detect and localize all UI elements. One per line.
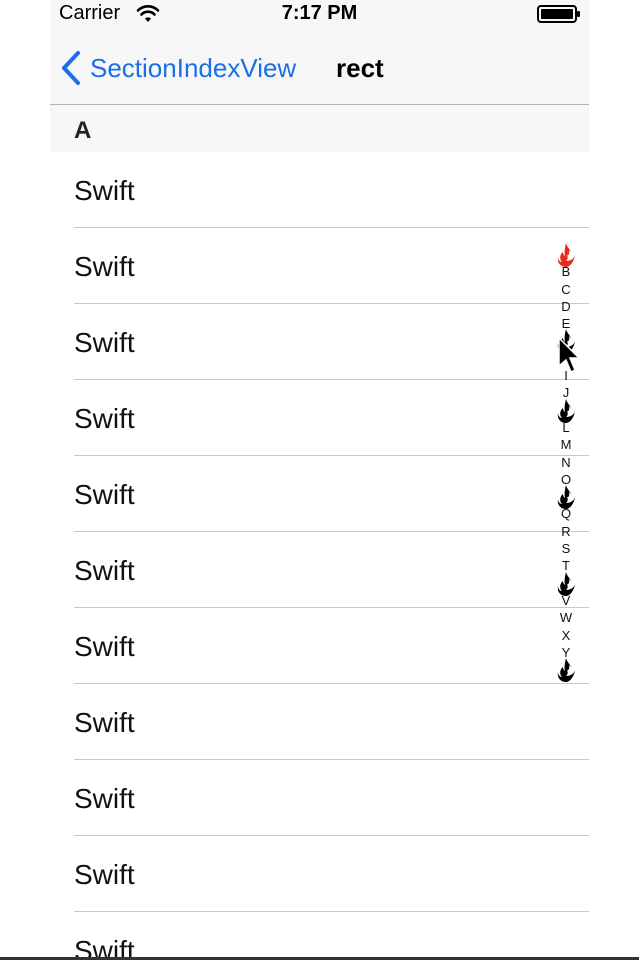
- page-title: rect: [336, 53, 384, 83]
- index-item-flame[interactable]: [553, 243, 579, 267]
- index-item-flame[interactable]: [553, 658, 579, 683]
- status-time: 7:17 PM: [281, 2, 358, 24]
- row-label: Swift: [74, 859, 135, 890]
- row-label: Swift: [74, 175, 135, 206]
- index-item-letter[interactable]: S: [553, 540, 579, 557]
- index-item-letter[interactable]: R: [553, 523, 579, 540]
- table-row[interactable]: Swift: [50, 532, 589, 608]
- table-row[interactable]: Swift: [50, 608, 589, 684]
- row-label: Swift: [74, 251, 135, 282]
- table-row[interactable]: Swift: [50, 912, 589, 960]
- flame-icon: [557, 658, 575, 683]
- table-row[interactable]: Swift: [50, 152, 589, 228]
- chevron-left-icon: [62, 51, 80, 85]
- row-label: Swift: [74, 403, 135, 434]
- index-item-letter[interactable]: B: [553, 263, 579, 280]
- section-header: A: [50, 105, 589, 152]
- index-item-letter[interactable]: L: [553, 419, 579, 436]
- index-item-letter[interactable]: W: [553, 609, 579, 626]
- index-item-flame[interactable]: [553, 398, 579, 423]
- table-row[interactable]: Swift: [50, 456, 589, 532]
- index-item-letter[interactable]: I: [553, 367, 579, 384]
- index-item-letter[interactable]: N: [553, 454, 579, 471]
- index-item-flame[interactable]: [553, 329, 579, 354]
- row-label: Swift: [74, 783, 135, 814]
- row-label: Swift: [74, 479, 135, 510]
- index-item-flame[interactable]: [553, 485, 579, 510]
- table-row[interactable]: Swift: [50, 304, 589, 380]
- table-row[interactable]: Swift: [50, 380, 589, 456]
- index-item-letter[interactable]: D: [553, 298, 579, 315]
- battery-icon: [537, 5, 580, 23]
- row-label: Swift: [74, 555, 135, 586]
- app-screen: Carrier 7:17 PM SectionIndexView rect A …: [50, 0, 589, 960]
- back-button[interactable]: SectionIndexView: [60, 48, 296, 88]
- index-item-letter[interactable]: M: [553, 436, 579, 453]
- navigation-bar: SectionIndexView rect: [50, 28, 589, 105]
- table-row[interactable]: Swift: [50, 836, 589, 912]
- index-item-letter[interactable]: V: [553, 592, 579, 609]
- index-item-flame[interactable]: [553, 571, 579, 596]
- row-label: Swift: [74, 327, 135, 358]
- back-button-label: SectionIndexView: [90, 52, 297, 83]
- index-item-letter[interactable]: H: [553, 350, 579, 367]
- table-row[interactable]: Swift: [50, 760, 589, 836]
- index-item-letter[interactable]: X: [553, 627, 579, 644]
- row-label: Swift: [74, 707, 135, 738]
- table-row[interactable]: Swift: [50, 228, 589, 304]
- row-label: Swift: [74, 631, 135, 662]
- status-bar: Carrier 7:17 PM: [50, 0, 589, 28]
- section-header-label: A: [74, 117, 92, 144]
- table-view[interactable]: Swift Swift Swift Swift Swift Swift Swift Swift…: [50, 152, 589, 960]
- index-item-letter[interactable]: Q: [553, 505, 579, 522]
- table-row[interactable]: Swift: [50, 684, 589, 760]
- section-index-bar[interactable]: BCDEHIJLMNOQRSTVWXY: [553, 243, 579, 712]
- index-item-letter[interactable]: C: [553, 281, 579, 298]
